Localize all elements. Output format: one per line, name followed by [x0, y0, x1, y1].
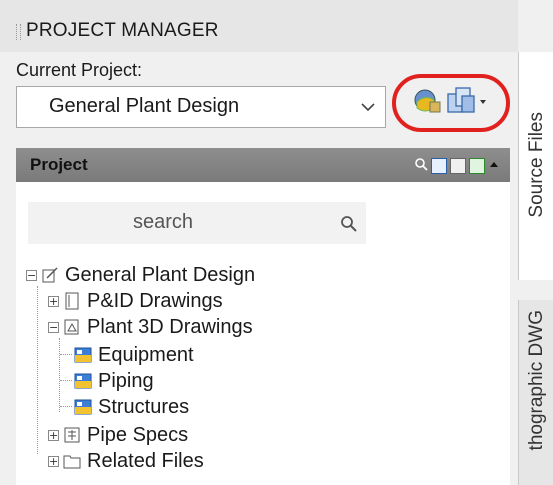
collapse-toggle[interactable]: −: [26, 269, 37, 281]
tree-label: Equipment: [98, 343, 194, 366]
tree-item-pid-drawings[interactable]: + P&ID Drawings: [48, 288, 223, 314]
project-panel-title: Project: [30, 155, 88, 174]
pipe-specs-icon: [64, 427, 80, 443]
tree-label: Related Files: [87, 449, 204, 472]
project-setup-icon[interactable]: [412, 88, 442, 116]
folder-icon: [63, 455, 81, 469]
collapse-toggle[interactable]: −: [48, 321, 59, 333]
collapse-icon[interactable]: [488, 157, 500, 175]
drawing-folder-icon: [65, 292, 79, 310]
current-project-value: General Plant Design: [49, 95, 240, 117]
plant3d-folder-icon: [64, 319, 79, 335]
tree-label: General Plant Design: [65, 263, 256, 286]
current-project-label: Current Project:: [16, 60, 143, 80]
search-box[interactable]: search: [28, 202, 366, 244]
tree-item-related-files[interactable]: + Related Files: [48, 448, 204, 474]
chevron-down-icon[interactable]: [351, 87, 385, 127]
project-panel-header: Project: [16, 148, 510, 182]
tree-label: Structures: [98, 395, 190, 418]
equipment-folder-icon: [74, 347, 92, 363]
current-project-dropdown[interactable]: General Plant Design: [16, 86, 386, 128]
tree-item-pipe-specs[interactable]: + Pipe Specs: [48, 422, 188, 448]
search-icon[interactable]: [414, 157, 428, 176]
expand-toggle[interactable]: +: [48, 429, 59, 441]
tree-item-piping[interactable]: Piping: [74, 368, 154, 394]
expand-toggle[interactable]: +: [48, 295, 59, 307]
properties-icon[interactable]: [431, 158, 447, 174]
copy-icon[interactable]: [450, 158, 466, 174]
tab-label: Source Files: [526, 112, 547, 218]
refresh-icon[interactable]: [469, 158, 485, 174]
tree-item-equipment[interactable]: Equipment: [74, 342, 194, 368]
grip-handle[interactable]: [16, 24, 21, 40]
tab-orthographic-dwg[interactable]: thographic DWG: [518, 300, 553, 485]
tree-item-plant3d-drawings[interactable]: − Plant 3D Drawings: [48, 314, 253, 340]
project-tree-panel: search − General Plant Design + P&ID Dra…: [16, 182, 510, 485]
search-icon[interactable]: [340, 215, 358, 233]
tree-label: Piping: [98, 369, 154, 392]
project-icon: [42, 267, 58, 283]
tree-label: Pipe Specs: [87, 423, 189, 446]
tree-label: Plant 3D Drawings: [87, 315, 253, 338]
open-project-icon[interactable]: [446, 86, 488, 116]
tree-item-root[interactable]: − General Plant Design: [26, 262, 255, 288]
tree-label: P&ID Drawings: [87, 289, 223, 312]
piping-folder-icon: [74, 373, 92, 389]
tab-label: thographic DWG: [526, 310, 547, 451]
palette-title: PROJECT MANAGER: [26, 20, 219, 41]
tab-source-files[interactable]: Source Files: [518, 52, 553, 280]
structures-folder-icon: [74, 399, 92, 415]
search-input[interactable]: search: [28, 211, 298, 234]
expand-toggle[interactable]: +: [48, 455, 59, 467]
tree-item-structures[interactable]: Structures: [74, 394, 189, 420]
panel-toolbar: [414, 157, 500, 175]
